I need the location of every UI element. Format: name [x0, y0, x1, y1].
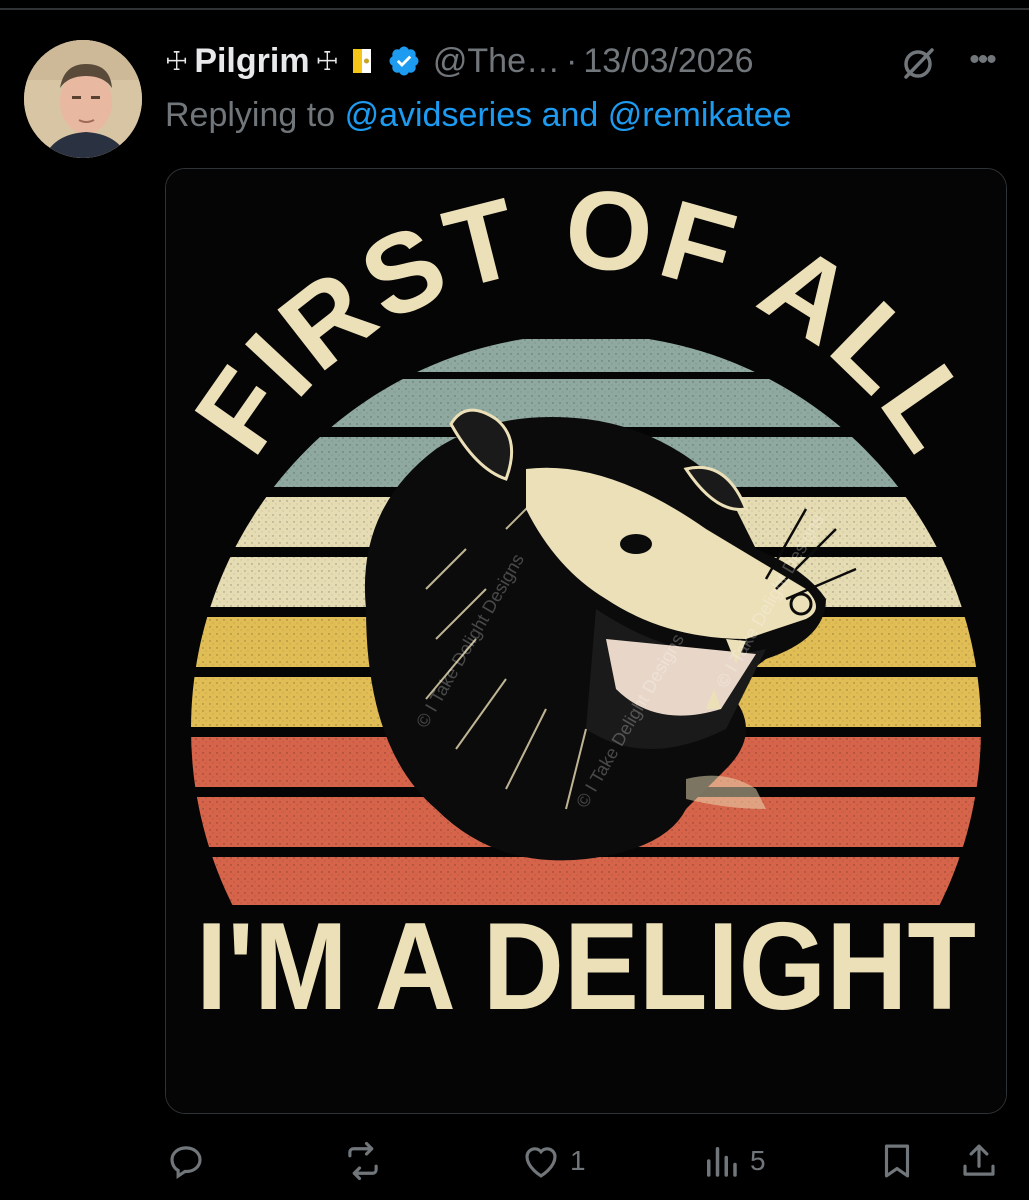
meme-image: © I Take Delight Designs © I Take Deligh… — [166, 169, 1006, 1113]
like-button[interactable]: 1 — [520, 1140, 586, 1182]
more-icon[interactable]: ••• — [960, 40, 1004, 80]
display-name-text: Pilgrim — [194, 41, 310, 80]
handle[interactable]: @The… — [433, 42, 560, 81]
replying-to-mentions[interactable]: @avidseries and @remikatee — [345, 96, 792, 134]
vatican-flag-icon — [352, 49, 371, 73]
like-icon — [525, 1147, 557, 1178]
tweet-image[interactable]: © I Take Delight Designs © I Take Deligh… — [165, 168, 1007, 1114]
tweet-header: ☩ Pilgrim ☩ @The… · 13/03/2026 — [165, 36, 753, 86]
replying-to-prefix: Replying to — [165, 96, 336, 134]
grok-icon[interactable] — [898, 44, 938, 84]
share-icon — [963, 1144, 995, 1176]
bookmark-button[interactable] — [876, 1140, 918, 1182]
reply-button[interactable] — [165, 1140, 215, 1182]
tweet-actions: 1 5 — [0, 1130, 1029, 1190]
cross-icon: ☩ — [165, 45, 189, 76]
display-name[interactable]: ☩ Pilgrim ☩ — [165, 42, 339, 81]
verified-badge-icon[interactable] — [387, 44, 421, 78]
separator: · — [565, 41, 578, 80]
retweet-button[interactable] — [342, 1140, 392, 1182]
retweet-icon — [348, 1141, 378, 1181]
like-count: 1 — [570, 1145, 586, 1176]
bottom-text: I'M A DELIGHT — [196, 898, 976, 1036]
bookmark-icon — [884, 1144, 910, 1178]
avatar-image — [24, 40, 142, 158]
top-divider — [0, 8, 1029, 10]
views-count: 5 — [750, 1145, 766, 1176]
replying-to: Replying to @avidseries and @remikatee — [165, 96, 792, 135]
cross-icon: ☩ — [315, 45, 339, 76]
reply-icon — [170, 1146, 202, 1179]
views-icon — [707, 1147, 737, 1177]
timestamp[interactable]: 13/03/2026 — [583, 42, 753, 81]
share-button[interactable] — [958, 1140, 1000, 1182]
views-button[interactable]: 5 — [700, 1140, 766, 1182]
avatar[interactable] — [24, 40, 142, 158]
